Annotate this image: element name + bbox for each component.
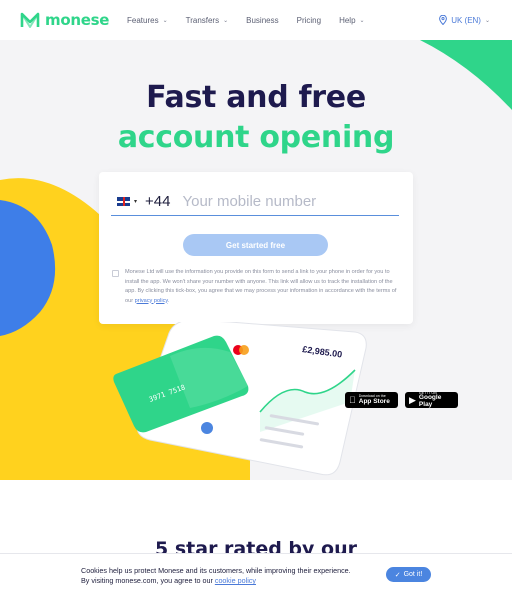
- hero-title-line1: Fast and free: [146, 80, 366, 115]
- language-label: UK (EN): [451, 15, 481, 25]
- signup-card: ▾ +44 Get started free Monese Ltd will u…: [99, 172, 413, 324]
- google-play-icon: ▶: [409, 394, 416, 405]
- consent-checkbox[interactable]: [112, 270, 119, 277]
- chevron-down-icon: ⌄: [359, 17, 365, 24]
- chevron-down-icon[interactable]: ▾: [134, 198, 137, 205]
- app-store-badge[interactable]:  Download on the App Store: [345, 392, 398, 408]
- nav-help[interactable]: Help ⌄: [339, 16, 364, 25]
- app-mockup-image: £2,985.00 3971 7518: [110, 319, 370, 482]
- nav-pricing-label: Pricing: [296, 15, 322, 25]
- cookie-accept-button[interactable]: ✓ Got it!: [386, 567, 431, 582]
- main-nav: Features ⌄ Transfers ⌄ Business Pricing …: [127, 0, 383, 40]
- location-pin-icon: [439, 15, 448, 25]
- chevron-down-icon: ⌄: [162, 17, 168, 24]
- app-store-big: App Store: [352, 397, 390, 405]
- hero-title-line2: account opening: [117, 120, 395, 155]
- nav-pricing[interactable]: Pricing: [297, 16, 321, 25]
- nav-features[interactable]: Features ⌄: [127, 16, 168, 25]
- nav-business-label: Business: [246, 15, 279, 25]
- nav-transfers[interactable]: Transfers ⌄: [186, 16, 229, 25]
- uk-flag-icon[interactable]: [117, 197, 130, 206]
- cookie-accept-label: Got it!: [403, 571, 423, 578]
- get-started-button[interactable]: Get started free: [183, 234, 328, 256]
- cookie-text: Cookies help us protect Monese and its c…: [81, 566, 361, 586]
- check-icon: ✓: [394, 571, 401, 579]
- mobile-number-input[interactable]: [182, 193, 383, 210]
- country-code: +44: [145, 193, 171, 210]
- phone-and-card-illustration: £2,985.00 3971 7518: [113, 319, 367, 476]
- privacy-policy-link[interactable]: privacy policy: [135, 298, 168, 304]
- top-navbar: monese Features ⌄ Transfers ⌄ Business P…: [0, 0, 512, 40]
- brand-name: monese: [45, 11, 110, 29]
- language-selector[interactable]: UK (EN) ⌄: [439, 0, 490, 40]
- consent-end: .: [167, 297, 170, 304]
- nav-features-label: Features: [127, 15, 159, 25]
- cookie-banner: Cookies help us protect Monese and its c…: [0, 553, 512, 600]
- chevron-down-icon: ⌄: [484, 17, 490, 24]
- monese-logo-icon: [20, 12, 40, 28]
- nav-transfers-label: Transfers: [185, 15, 220, 25]
- consent-row: Monese Ltd will use the information you …: [112, 268, 398, 306]
- nav-help-label: Help: [339, 15, 356, 25]
- nav-business[interactable]: Business: [246, 16, 278, 25]
- phone-number-row: ▾ +44: [111, 188, 399, 216]
- monese-logo[interactable]: monese: [20, 11, 109, 29]
- google-play-badge[interactable]: ▶ GET IT ON Google Play: [405, 391, 458, 408]
- consent-text: Monese Ltd will use the information you …: [125, 268, 398, 306]
- google-play-big: Google Play: [418, 394, 442, 408]
- cookie-policy-link[interactable]: cookie policy: [215, 576, 256, 585]
- apple-icon: : [349, 395, 356, 405]
- chevron-down-icon: ⌄: [223, 17, 229, 24]
